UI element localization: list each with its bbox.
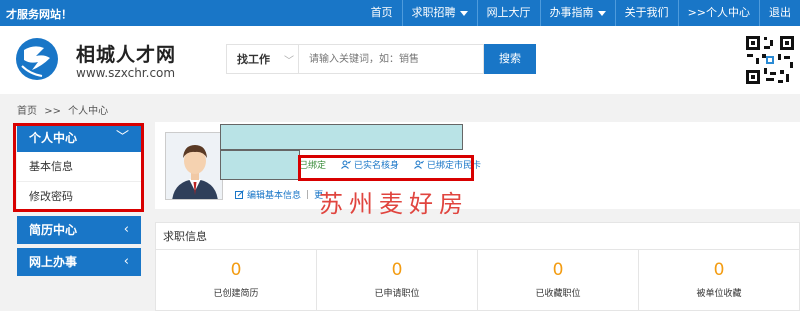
caret-down-icon [459,10,468,16]
logo-icon[interactable] [14,36,60,82]
stat-label: 已创建简历 [213,289,259,299]
sidebar-resume-center: 简历中心 ‹ [17,216,141,244]
highlight-box [13,123,144,212]
nav-service-guide-label: 办事指南 [549,6,594,19]
search-input[interactable] [299,45,483,73]
stat-value: 0 [391,260,403,280]
chevron-down-icon: ﹀ [284,55,294,67]
redacted-name [220,124,463,150]
nav-logout[interactable]: 退出 [759,0,800,26]
nav-job-recruit-label: 求职招聘 [411,6,456,19]
logo-title: 相城人才网 [76,44,177,66]
highlight-box [298,155,474,181]
breadcrumb-home[interactable]: 首页 [17,106,37,117]
link-separator: | [306,189,310,200]
sidebar-item-online-affairs[interactable]: 网上办事 ‹ [17,248,141,276]
stat-value: 0 [230,260,242,280]
nav-logout-label: 退出 [769,6,791,19]
job-info-panel: 求职信息 0 已创建简历 0 已申请职位 0 已收藏职位 0 被单位收藏 [155,222,800,311]
edit-links: 编辑基本信息 | 更 [235,188,323,201]
nav-personal-center[interactable]: >>个人中心 [677,0,759,26]
avatar[interactable] [165,132,223,200]
stat-saved-jobs[interactable]: 0 已收藏职位 [478,250,639,311]
stat-created-resumes[interactable]: 0 已创建简历 [156,250,317,311]
logo-url: www.szxchr.com [76,66,176,80]
search-button[interactable]: 搜索 [484,44,536,74]
nav-service-guide[interactable]: 办事指南 [539,0,615,26]
edit-basic-info-link[interactable]: 编辑基本信息 [247,188,301,201]
breadcrumb-separator: >> [44,106,61,117]
qr-code-icon [744,34,796,86]
stat-applied-jobs[interactable]: 0 已申请职位 [317,250,478,311]
redacted-info [220,150,300,180]
top-nav: 首页 求职招聘 网上大厅 办事指南 关于我们 >>个人中心 退出 [362,0,800,26]
stat-value: 0 [713,260,725,280]
top-bar: 才服务网站！ 首页 求职招聘 网上大厅 办事指南 关于我们 >>个人中心 退出 [0,0,800,26]
search-box: 找工作 ﹀ [226,44,484,74]
sidebar-item-label: 网上办事 [29,255,78,269]
watermark-text: 苏州麦好房 [319,190,469,218]
breadcrumb: 首页 >> 个人中心 [17,102,112,117]
stat-label: 已申请职位 [374,289,420,299]
chevron-left-icon: ‹ [123,254,129,269]
user-avatar-icon [166,133,222,199]
search-type-select[interactable]: 找工作 ﹀ [227,45,299,73]
sidebar-item-resume-center[interactable]: 简历中心 ‹ [17,216,141,244]
stat-label: 已收藏职位 [535,289,581,299]
site-header: 相城人才网 www.szxchr.com 找工作 ﹀ 搜索 [0,26,800,94]
sidebar-online-affairs: 网上办事 ‹ [17,248,141,276]
stat-label: 被单位收藏 [696,289,742,299]
sidebar-item-label: 简历中心 [29,223,78,237]
caret-down-icon [597,10,606,16]
edit-icon [235,190,244,199]
nav-about-us[interactable]: 关于我们 [614,0,678,26]
chevron-left-icon: ‹ [123,222,129,237]
site-slogan: 才服务网站！ [6,8,72,21]
search-type-label: 找工作 [237,53,270,66]
nav-personal-center-label: >>个人中心 [687,6,750,19]
nav-home-label: 首页 [370,6,393,19]
breadcrumb-current: 个人中心 [68,106,109,117]
job-stats: 0 已创建简历 0 已申请职位 0 已收藏职位 0 被单位收藏 [156,250,799,311]
nav-job-recruit[interactable]: 求职招聘 [401,0,477,26]
nav-about-us-label: 关于我们 [624,6,669,19]
stat-value: 0 [552,260,564,280]
stat-saved-by-employers[interactable]: 0 被单位收藏 [639,250,799,311]
nav-online-hall[interactable]: 网上大厅 [476,0,540,26]
nav-online-hall-label: 网上大厅 [486,6,531,19]
profile-card: 已绑定 已实名核身 已绑定市民卡 编辑基本信息 | 更 苏州麦好房 [155,122,800,218]
nav-home[interactable]: 首页 [362,0,402,26]
job-info-title: 求职信息 [156,223,799,250]
